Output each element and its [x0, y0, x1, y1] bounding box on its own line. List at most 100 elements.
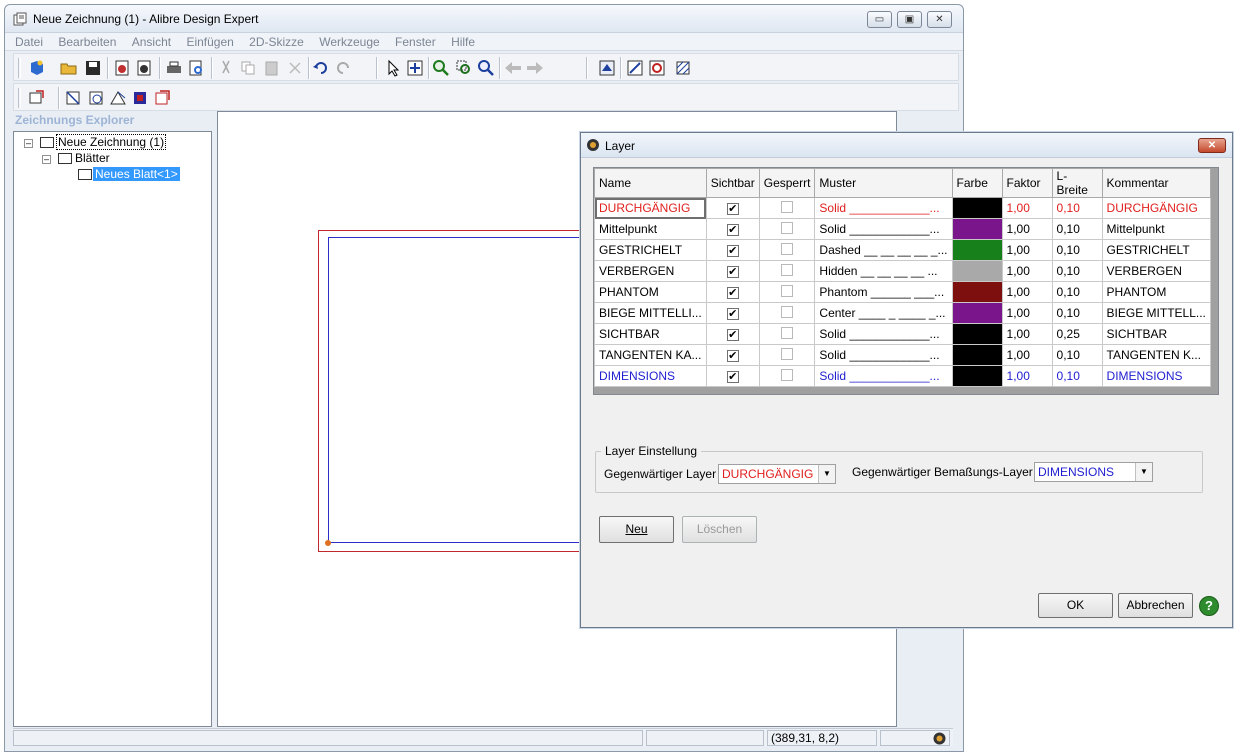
color-swatch[interactable]: [951, 365, 1003, 387]
menu-datei[interactable]: Datei: [15, 33, 43, 51]
unchecked-box-icon[interactable]: [781, 368, 794, 381]
delete-icon[interactable]: [286, 59, 304, 77]
linetype-cell[interactable]: Phantom ______ ___...: [814, 281, 953, 303]
unchecked-box-icon[interactable]: [781, 305, 794, 318]
checkmark-icon[interactable]: ✔: [726, 245, 739, 257]
layer-name-cell[interactable]: VERBERGEN: [594, 260, 707, 282]
tree-item-sheet[interactable]: Neues Blatt<1>: [93, 167, 180, 181]
annotation-icon[interactable]: [648, 59, 666, 77]
linetype-cell[interactable]: Solid ____________...: [814, 218, 953, 240]
color-swatch[interactable]: [951, 323, 1003, 345]
comment-cell[interactable]: GESTRICHELT: [1101, 239, 1211, 261]
layer-name-cell[interactable]: DIMENSIONS: [594, 365, 707, 387]
dimension-icon[interactable]: [626, 59, 644, 77]
comment-cell[interactable]: DURCHGÄNGIG: [1101, 197, 1211, 219]
checkmark-icon[interactable]: ✔: [726, 224, 739, 236]
menu-bearbeiten[interactable]: Bearbeiten: [58, 33, 116, 51]
properties2-icon[interactable]: [135, 59, 153, 77]
factor-cell[interactable]: 1,00: [1001, 218, 1053, 240]
detail-view-icon[interactable]: [87, 89, 105, 107]
column-header[interactable]: Muster: [814, 168, 953, 198]
tree-collapse-sheets[interactable]: –: [42, 155, 51, 164]
layer-name-cell[interactable]: DURCHGÄNGIG: [594, 197, 707, 219]
cancel-button[interactable]: Abbrechen: [1118, 593, 1193, 618]
linetype-cell[interactable]: Center ____ _ ____ _...: [814, 302, 953, 324]
table-row[interactable]: SICHTBAR ✔ Solid ____________... 1,00 0,25 SI…: [594, 323, 1211, 345]
visible-checkbox[interactable]: ✔: [705, 239, 760, 261]
crop-view-icon[interactable]: [154, 89, 172, 107]
visible-checkbox[interactable]: ✔: [705, 281, 760, 303]
visible-checkbox[interactable]: ✔: [705, 344, 760, 366]
column-header[interactable]: Kommentar: [1101, 168, 1211, 198]
chevron-down-icon[interactable]: ▼: [818, 465, 835, 483]
save-icon[interactable]: [84, 59, 102, 77]
table-row[interactable]: DURCHGÄNGIG ✔ Solid ____________... 1,00 0,1…: [594, 197, 1211, 219]
locked-checkbox[interactable]: [758, 302, 816, 324]
toolbar-grip[interactable]: [18, 58, 21, 78]
new-icon[interactable]: [28, 59, 46, 77]
properties-icon[interactable]: [113, 59, 131, 77]
hatch-icon[interactable]: [674, 59, 692, 77]
current-dim-layer-select[interactable]: DIMENSIONS ▼: [1034, 462, 1153, 482]
broken-view-icon[interactable]: [131, 89, 149, 107]
unchecked-box-icon[interactable]: [781, 242, 794, 255]
visible-checkbox[interactable]: ✔: [705, 323, 760, 345]
checkmark-icon[interactable]: ✔: [726, 287, 739, 299]
tree-collapse-root[interactable]: –: [24, 139, 33, 148]
linetype-cell[interactable]: Solid ____________...: [814, 365, 953, 387]
dialog-close-button[interactable]: ✕: [1198, 138, 1226, 153]
linewidth-cell[interactable]: 0,10: [1051, 239, 1103, 261]
column-header[interactable]: L-Breite: [1051, 168, 1103, 198]
linetype-cell[interactable]: Dashed __ __ __ __ _...: [814, 239, 953, 261]
layer-name-cell[interactable]: GESTRICHELT: [594, 239, 707, 261]
zoom-in-icon[interactable]: [432, 59, 450, 77]
minimize-button[interactable]: ▭: [867, 11, 892, 28]
cut-icon[interactable]: [217, 59, 235, 77]
redo-icon[interactable]: [334, 59, 352, 77]
color-swatch[interactable]: [951, 302, 1003, 324]
visible-checkbox[interactable]: ✔: [705, 218, 760, 240]
locked-checkbox[interactable]: [758, 365, 816, 387]
standard-view-icon[interactable]: [28, 89, 46, 107]
visible-checkbox[interactable]: ✔: [705, 365, 760, 387]
factor-cell[interactable]: 1,00: [1001, 323, 1053, 345]
factor-cell[interactable]: 1,00: [1001, 197, 1053, 219]
linetype-cell[interactable]: Solid ____________...: [814, 323, 953, 345]
linewidth-cell[interactable]: 0,10: [1051, 281, 1103, 303]
menu-werkzeuge[interactable]: Werkzeuge: [319, 33, 379, 51]
linewidth-cell[interactable]: 0,25: [1051, 323, 1103, 345]
color-swatch[interactable]: [951, 260, 1003, 282]
tree-item-drawing[interactable]: Neue Zeichnung (1): [56, 134, 167, 150]
close-button[interactable]: ✕: [927, 11, 952, 28]
factor-cell[interactable]: 1,00: [1001, 239, 1053, 261]
locked-checkbox[interactable]: [758, 239, 816, 261]
comment-cell[interactable]: Mittelpunkt: [1101, 218, 1211, 240]
unchecked-box-icon[interactable]: [781, 263, 794, 276]
select-pointer-icon[interactable]: [384, 59, 402, 77]
table-row[interactable]: Mittelpunkt ✔ Solid ____________... 1,00 0,1…: [594, 218, 1211, 240]
menu-ansicht[interactable]: Ansicht: [132, 33, 171, 51]
menu-fenster[interactable]: Fenster: [395, 33, 436, 51]
unchecked-box-icon[interactable]: [781, 221, 794, 234]
color-swatch[interactable]: [951, 281, 1003, 303]
factor-cell[interactable]: 1,00: [1001, 302, 1053, 324]
delete-layer-button[interactable]: Löschen: [682, 516, 757, 543]
undo-icon[interactable]: [312, 59, 330, 77]
locked-checkbox[interactable]: [758, 197, 816, 219]
menu-einfuegen[interactable]: Einfügen: [186, 33, 233, 51]
chevron-down-icon[interactable]: ▼: [1135, 463, 1152, 481]
layer-name-cell[interactable]: PHANTOM: [594, 281, 707, 303]
checkmark-icon[interactable]: ✔: [726, 203, 739, 215]
column-header[interactable]: Name: [594, 168, 707, 198]
zoom-out-icon[interactable]: [477, 59, 495, 77]
help-icon[interactable]: ?: [1199, 596, 1219, 616]
linetype-cell[interactable]: Hidden __ __ __ __ ...: [814, 260, 953, 282]
checkmark-icon[interactable]: ✔: [726, 371, 739, 383]
zoom-fit-icon[interactable]: [406, 59, 424, 77]
color-swatch[interactable]: [951, 239, 1003, 261]
tree-item-sheets[interactable]: Blätter: [75, 151, 110, 165]
factor-cell[interactable]: 1,00: [1001, 260, 1053, 282]
toolbar-grip[interactable]: [18, 88, 21, 108]
color-swatch[interactable]: [951, 218, 1003, 240]
linewidth-cell[interactable]: 0,10: [1051, 302, 1103, 324]
